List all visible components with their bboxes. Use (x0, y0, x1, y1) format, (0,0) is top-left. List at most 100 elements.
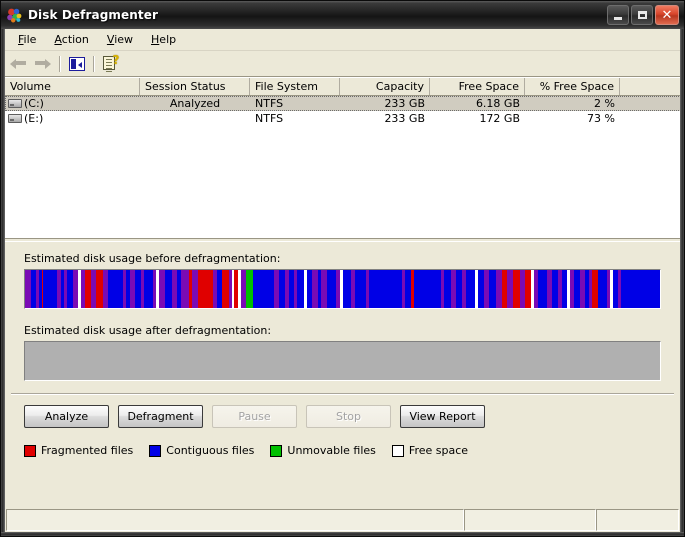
menu-bar: File Action View Help (1, 29, 684, 51)
window-border-right (680, 29, 684, 536)
usage-stripe (164, 270, 172, 308)
maximize-button[interactable] (631, 5, 653, 25)
cell-percent-free: 2 % (594, 97, 615, 110)
menu-file-label: ile (23, 33, 37, 46)
usage-stripe (355, 270, 366, 308)
volume-list[interactable]: Volume Session Status File System Capaci… (5, 77, 681, 238)
usage-stripe (221, 270, 229, 308)
volume-list-header: Volume Session Status File System Capaci… (5, 78, 681, 96)
usage-stripe (143, 270, 153, 308)
status-pane-1 (6, 509, 464, 531)
title-bar[interactable]: Disk Defragmenter ✕ (1, 1, 684, 29)
back-arrow-icon (10, 57, 27, 70)
legend-label-contiguous: Contiguous files (166, 444, 255, 457)
help-button[interactable]: ? (99, 53, 122, 75)
column-header-capacity[interactable]: Capacity (340, 78, 430, 95)
volume-label: (C:) (24, 97, 44, 110)
column-header-volume[interactable]: Volume (5, 78, 140, 95)
usage-stripe (197, 270, 213, 308)
defragment-button[interactable]: Defragment (118, 405, 203, 428)
legend-label-unmovable: Unmovable files (287, 444, 376, 457)
toolbar-separator-2 (93, 55, 95, 72)
window-title: Disk Defragmenter (28, 8, 158, 22)
usage-stripe (466, 270, 476, 308)
maximize-icon (637, 11, 647, 19)
cell-capacity: 233 GB (384, 97, 425, 110)
usage-stripe (512, 270, 521, 308)
menu-view[interactable]: View (98, 31, 142, 48)
menu-action[interactable]: Action (45, 31, 97, 48)
column-header-free-space[interactable]: Free Space (430, 78, 525, 95)
menu-help-label: elp (159, 33, 177, 46)
usage-stripe (107, 270, 123, 308)
view-report-button[interactable]: View Report (400, 405, 485, 428)
show-hide-console-tree-button[interactable] (65, 53, 88, 75)
legend-item-contiguous: Contiguous files (149, 444, 254, 457)
button-area-divider (11, 393, 674, 395)
table-row[interactable]: (E:) NTFS 233 GB 172 GB 73 % (5, 111, 681, 126)
legend-item-unmovable: Unmovable files (270, 444, 376, 457)
minimize-icon (614, 16, 622, 20)
window-border-bottom (1, 532, 684, 536)
cell-percent-free: 73 % (587, 112, 615, 125)
analyze-button[interactable]: Analyze (24, 405, 109, 428)
usage-stripe (538, 270, 548, 308)
menu-file[interactable]: File (9, 31, 45, 48)
forward-button[interactable] (31, 53, 54, 75)
usage-stripe (181, 270, 189, 308)
legend-item-free-space: Free space (391, 444, 469, 457)
toolbar-separator-1 (59, 55, 61, 72)
app-root: Disk Defragmenter ✕ File Action View Hel… (0, 0, 685, 537)
cell-session-status: Analyzed (169, 97, 221, 110)
volume-label: (E:) (24, 112, 44, 125)
cell-free-space: 172 GB (479, 112, 520, 125)
volume-list-rows: (C:) Analyzed NTFS 233 GB 6.18 GB 2 % (E… (5, 96, 681, 126)
cell-capacity: 233 GB (384, 112, 425, 125)
before-usage-stripes (25, 270, 660, 308)
legend-label-free-space: Free space (408, 444, 469, 457)
toolbar: ? (1, 51, 684, 77)
status-pane-3 (596, 509, 679, 531)
menu-view-label: iew (114, 33, 134, 46)
show-hide-console-tree-icon (68, 56, 85, 71)
status-pane-2 (464, 509, 596, 531)
close-button[interactable]: ✕ (655, 5, 679, 25)
legend-swatch-fragmented (24, 444, 36, 457)
menu-help[interactable]: Help (142, 31, 185, 48)
usage-stripe (343, 270, 351, 308)
usage-stripe (598, 270, 608, 308)
after-usage-stripes (25, 342, 660, 380)
legend-item-fragmented: Fragmented files (24, 444, 133, 457)
usage-stripe (413, 270, 441, 308)
cell-file-system: NTFS (255, 112, 284, 125)
usage-stripe (326, 270, 336, 308)
disk-defragmenter-window: Disk Defragmenter ✕ File Action View Hel… (0, 0, 685, 537)
usage-stripe (443, 270, 452, 308)
menu-action-label: ction (61, 33, 89, 46)
usage-stripe (245, 270, 253, 308)
before-usage-bar (24, 269, 661, 309)
legend: Fragmented files Contiguous files Unmova… (24, 444, 680, 457)
usage-stripe (368, 270, 402, 308)
after-usage-bar (24, 341, 661, 381)
panel-divider (5, 241, 680, 242)
action-buttons: Analyze Defragment Pause Stop View Repor… (24, 405, 680, 428)
legend-swatch-free-space (391, 444, 404, 457)
minimize-button[interactable] (607, 5, 629, 25)
usage-stripe (95, 270, 103, 308)
column-header-session-status[interactable]: Session Status (140, 78, 250, 95)
defrag-disk-icon (6, 7, 23, 24)
forward-arrow-icon (34, 57, 51, 70)
column-header-file-system[interactable]: File System (250, 78, 340, 95)
drive-icon (8, 99, 22, 108)
cell-volume: (E:) (5, 112, 140, 125)
table-row[interactable]: (C:) Analyzed NTFS 233 GB 6.18 GB 2 % (5, 96, 681, 111)
drive-icon (8, 114, 22, 123)
help-icon: ? (102, 54, 120, 72)
cell-volume: (C:) (5, 97, 140, 110)
back-button[interactable] (7, 53, 30, 75)
column-header-percent-free[interactable]: % Free Space (525, 78, 620, 95)
legend-swatch-unmovable (270, 444, 283, 457)
usage-stripe (43, 270, 57, 308)
usage-stripe (253, 270, 275, 308)
